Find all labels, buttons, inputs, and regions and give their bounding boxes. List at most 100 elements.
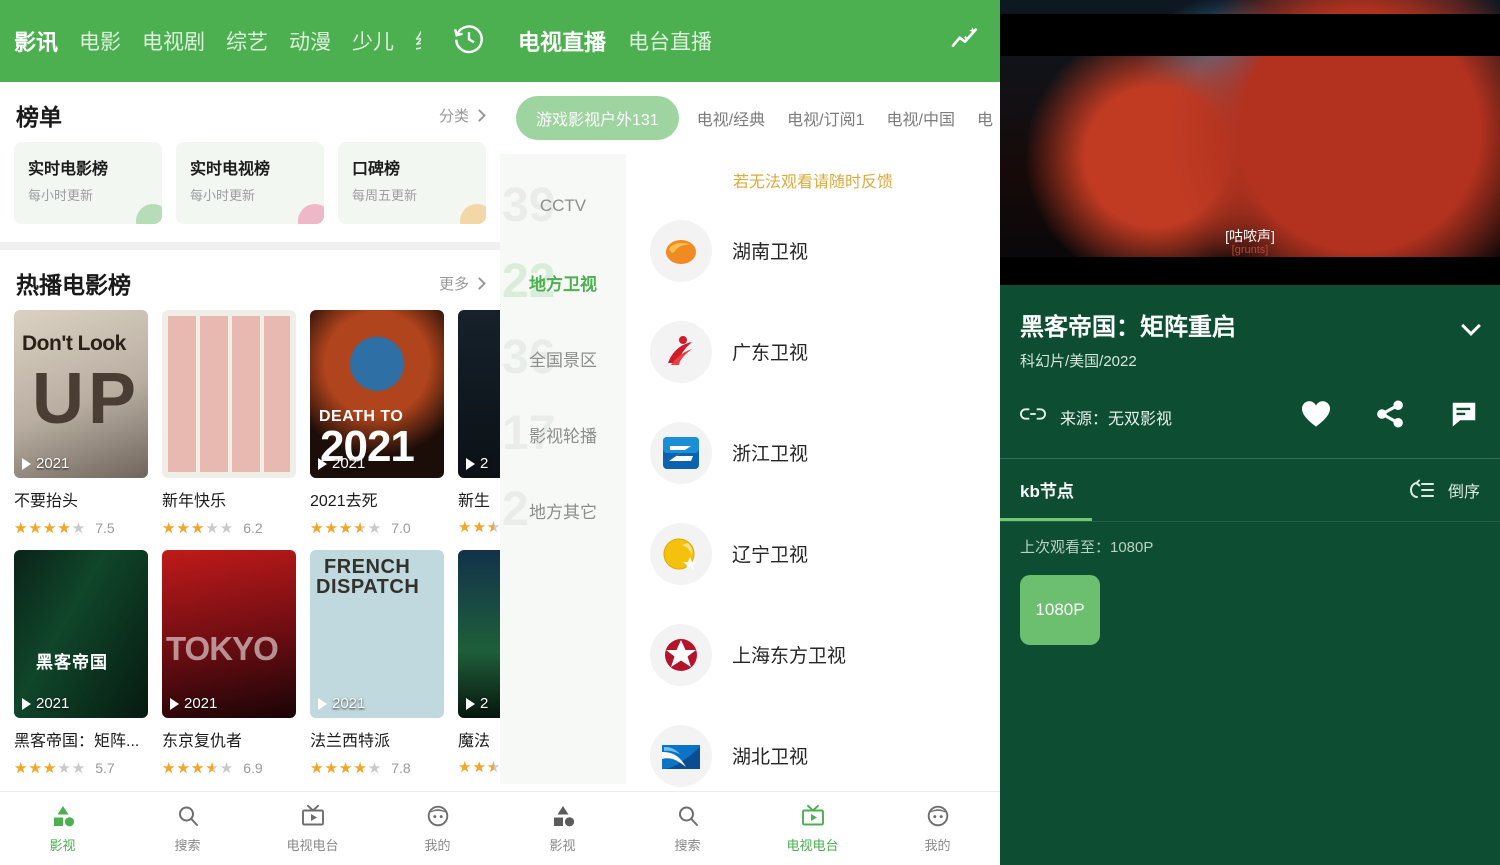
movie-card[interactable]: 2 新生 ★★★★★★★★★★ xyxy=(458,310,500,536)
movie-poster[interactable]: 2021 xyxy=(162,310,296,478)
category-sidebar: 39 CCTV 22 地方卫视 36 全国景区 17 影视轮播 2 地方其它 xyxy=(500,154,626,784)
comment-icon[interactable] xyxy=(1448,399,1480,434)
liaoning-tv-logo xyxy=(650,522,712,585)
movie-poster[interactable]: 2021 xyxy=(14,550,148,718)
nav-label-profile: 我的 xyxy=(424,837,451,853)
movie-title: 2021去死 xyxy=(310,493,378,510)
channel-row[interactable]: 浙江卫视 xyxy=(626,402,1000,503)
nav-item-video[interactable]: 影视 xyxy=(500,792,625,865)
category-label: 影视轮播 xyxy=(529,426,597,446)
episode-button[interactable]: 1080P xyxy=(1020,575,1100,645)
channel-row[interactable]: 辽宁卫视 xyxy=(626,503,1000,604)
channel-row[interactable]: 广东卫视 xyxy=(626,301,1000,402)
tab-tvseries[interactable]: 电视剧 xyxy=(142,26,205,56)
chip-group-selected[interactable]: 游戏影视户外131 xyxy=(516,96,679,140)
ranking-more-link[interactable]: 分类 xyxy=(439,105,486,126)
channel-row[interactable]: 湖南卫视 xyxy=(626,200,1000,301)
category-label: 地方卫视 xyxy=(529,274,597,294)
play-icon xyxy=(22,697,31,710)
tab-movie[interactable]: 电影 xyxy=(79,26,121,56)
ranking-card[interactable]: 实时电影榜 每小时更新 xyxy=(14,142,162,224)
video-surface[interactable]: [咕哝声] [grunts] xyxy=(1000,0,1500,285)
ranking-card[interactable]: 口碑榜 每周五更新 xyxy=(338,142,486,224)
movie-poster[interactable]: 2021 xyxy=(310,550,444,718)
play-badge: 2021 xyxy=(170,695,217,712)
ranking-card-title: 实时电影榜 xyxy=(28,161,109,178)
chip-group-china[interactable]: 电视/中国 xyxy=(883,96,959,140)
movie-card[interactable]: 2021 法兰西特派 ★★★★★★★★★★ 7.8 xyxy=(310,550,444,776)
nav-label-profile: 我的 xyxy=(924,837,951,853)
hot-more-link[interactable]: 更多 xyxy=(439,273,486,294)
movie-card[interactable]: 2 魔法 ★★★★★★★★★★ xyxy=(458,550,500,776)
nav-item-video[interactable]: 影视 xyxy=(0,792,125,865)
chip-group-more[interactable]: 电 xyxy=(973,96,997,140)
star-rating: ★★★★★★★★★★ xyxy=(458,759,500,776)
nav-item-search[interactable]: 搜索 xyxy=(125,792,250,865)
episode-list: 1080P xyxy=(1000,557,1500,645)
movie-card[interactable]: 2021 2021去死 ★★★★★★★★★★ 7.0 xyxy=(310,310,444,536)
movie-card[interactable]: 2021 新年快乐 ★★★★★★★★★★ 6.2 xyxy=(162,310,296,536)
share-icon[interactable] xyxy=(1374,399,1406,434)
play-badge: 2 xyxy=(466,455,488,472)
tab-kids[interactable]: 少儿 xyxy=(352,26,394,56)
movie-rating: ★★★★★★★★★★ 5.7 xyxy=(14,760,148,776)
chip-group-subscribe[interactable]: 电视/订阅1 xyxy=(783,96,868,140)
movie-poster[interactable]: 2 xyxy=(458,310,500,478)
nav-item-tv[interactable]: 电视电台 xyxy=(750,792,875,865)
movie-year: 2021 xyxy=(332,695,366,712)
letterbox-top xyxy=(1000,14,1500,56)
channel-name: 上海东方卫视 xyxy=(732,646,847,667)
search-icon xyxy=(678,806,698,826)
panel1-bottom-nav: 影视 搜索 电视电台 我的 xyxy=(0,791,500,865)
channel-row[interactable]: 上海东方卫视 xyxy=(626,604,1000,705)
play-icon xyxy=(466,697,475,710)
movie-poster[interactable]: 2021 xyxy=(14,310,148,478)
tab-yingxun[interactable]: 影讯 xyxy=(14,25,58,57)
star-rating: ★★★★★★★★★★ xyxy=(14,759,87,777)
history-icon[interactable] xyxy=(452,22,486,61)
nav-item-tv[interactable]: 电视电台 xyxy=(250,792,375,865)
node-tab-label[interactable]: kb节点 xyxy=(1020,477,1074,502)
dragon-tv-logo xyxy=(650,623,712,686)
star-rating: ★★★★★★★★★★ xyxy=(162,519,235,537)
play-icon xyxy=(22,457,31,470)
section-divider xyxy=(0,242,500,250)
tab-documentary[interactable]: 纪 xyxy=(415,26,421,56)
movie-poster[interactable]: 2021 xyxy=(310,310,444,478)
channel-name: 浙江卫视 xyxy=(732,444,809,465)
movie-card[interactable]: 2021 黑客帝国：矩阵... ★★★★★★★★★★ 5.7 xyxy=(14,550,148,776)
movie-card[interactable]: 2021 东京复仇者 ★★★★★★★★★★ 6.9 xyxy=(162,550,296,776)
star-rating: ★★★★★★★★★★ xyxy=(310,519,383,537)
ranking-card[interactable]: 实时电视榜 每小时更新 xyxy=(176,142,324,224)
hot-section-header: 热播电影榜 更多 xyxy=(0,250,500,310)
tab-live-tv[interactable]: 电视直播 xyxy=(518,25,606,57)
action-buttons xyxy=(1300,399,1480,434)
tab-variety[interactable]: 综艺 xyxy=(226,26,268,56)
movie-detail-title: 黑客帝国：矩阵重启 xyxy=(1020,314,1236,341)
movie-card[interactable]: 2021 不要抬头 ★★★★★★★★★★ 7.5 xyxy=(14,310,148,536)
movie-poster[interactable]: 2021 xyxy=(162,550,296,718)
nav-item-profile[interactable]: 我的 xyxy=(875,792,1000,865)
category-local-other[interactable]: 2 地方其它 xyxy=(500,472,626,548)
movie-rating: ★★★★★★★★★★ xyxy=(458,760,500,775)
chip-group-classic[interactable]: 电视/经典 xyxy=(693,96,769,140)
category-movie-rotation[interactable]: 17 影视轮播 xyxy=(500,396,626,472)
channel-name: 湖北卫视 xyxy=(732,747,809,768)
category-label: CCTV xyxy=(539,196,587,215)
rating-value: 6.9 xyxy=(243,760,263,776)
category-local-satellite[interactable]: 22 地方卫视 xyxy=(500,244,626,320)
tab-live-radio[interactable]: 电台直播 xyxy=(628,26,712,56)
sort-reverse-icon xyxy=(1409,479,1434,498)
panel1-header: 影讯 电影 电视剧 综艺 动漫 少儿 纪 xyxy=(0,0,500,82)
nav-item-search[interactable]: 搜索 xyxy=(625,792,750,865)
play-icon xyxy=(318,457,327,470)
category-cctv[interactable]: 39 CCTV xyxy=(500,168,626,244)
category-scenic[interactable]: 36 全国景区 xyxy=(500,320,626,396)
heart-icon[interactable] xyxy=(1300,399,1332,434)
nav-item-profile[interactable]: 我的 xyxy=(375,792,500,865)
tab-anime[interactable]: 动漫 xyxy=(289,26,331,56)
panel2-header: 电视直播 电台直播 xyxy=(500,0,1000,82)
trending-sparkle-icon[interactable] xyxy=(948,23,982,60)
order-toggle[interactable]: 倒序 xyxy=(1406,478,1480,502)
movie-poster[interactable]: 2 xyxy=(458,550,500,718)
